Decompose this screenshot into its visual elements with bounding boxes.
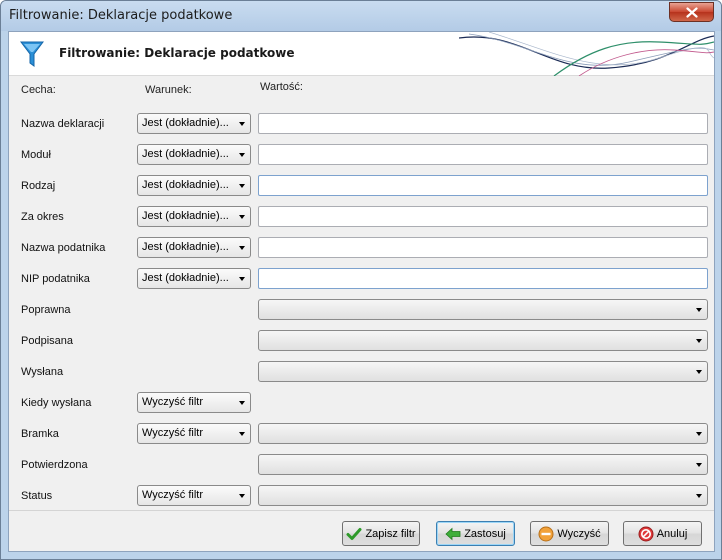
window-title: Filtrowanie: Deklaracje podatkowe: [9, 8, 233, 23]
row-label-rodzaj: Rodzaj: [21, 180, 56, 192]
filter-dialog-window: Filtrowanie: Deklaracje podatkowe Filtro…: [0, 0, 722, 560]
row-label-potwierdzona: Potwierdzona: [21, 459, 88, 471]
dialog-header: Filtrowanie: Deklaracje podatkowe: [9, 32, 714, 76]
column-header-condition: Warunek:: [145, 84, 192, 96]
row-label-kiedy-wyslana: Kiedy wysłana: [21, 397, 92, 409]
condition-select-modul[interactable]: Jest (dokładnie)...: [137, 144, 251, 165]
condition-select-value: Jest (dokładnie)...: [142, 179, 229, 191]
column-header-value: Wartość:: [260, 81, 303, 93]
condition-select-value: Jest (dokładnie)...: [142, 241, 229, 253]
condition-select-value: Jest (dokładnie)...: [142, 148, 229, 160]
footer-separator: [9, 510, 714, 511]
dropdown-arrow-icon: [239, 122, 245, 126]
dropdown-arrow-icon: [239, 432, 245, 436]
save-filter-label: Zapisz filtr: [365, 527, 416, 540]
value-input-nip-podatnika[interactable]: [258, 268, 708, 289]
condition-select-nazwa-deklaracji[interactable]: Jest (dokładnie)...: [137, 113, 251, 134]
condition-select-za-okres[interactable]: Jest (dokładnie)...: [137, 206, 251, 227]
condition-select-kiedy-wyslana[interactable]: Wyczyść filtr: [137, 392, 251, 413]
row-label-bramka: Bramka: [21, 428, 59, 440]
column-header-feature: Cecha:: [21, 84, 56, 96]
cancel-label: Anuluj: [656, 527, 688, 540]
checkmark-icon: [346, 527, 362, 540]
row-label-nazwa-deklaracji: Nazwa deklaracji: [21, 118, 105, 130]
dropdown-arrow-icon: [239, 184, 245, 188]
value-input-rodzaj[interactable]: [258, 175, 708, 196]
dropdown-arrow-icon: [239, 153, 245, 157]
cancel-button[interactable]: Anuluj: [623, 521, 702, 546]
condition-select-nip-podatnika[interactable]: Jest (dokładnie)...: [137, 268, 251, 289]
title-bar[interactable]: Filtrowanie: Deklaracje podatkowe: [1, 1, 721, 31]
save-filter-button[interactable]: Zapisz filtr: [342, 521, 420, 546]
condition-select-value: Wyczyść filtr: [142, 489, 204, 501]
condition-select-value: Jest (dokładnie)...: [142, 210, 229, 222]
row-label-poprawna: Poprawna: [21, 304, 71, 316]
condition-select-status[interactable]: Wyczyść filtr: [137, 485, 251, 506]
close-button[interactable]: [669, 2, 714, 22]
value-select-wyslana[interactable]: [258, 361, 708, 382]
dropdown-arrow-icon: [696, 339, 702, 343]
value-input-za-okres[interactable]: [258, 206, 708, 227]
close-icon: [685, 6, 698, 18]
dropdown-arrow-icon: [239, 401, 245, 405]
value-select-podpisana[interactable]: [258, 330, 708, 351]
header-decoration: [459, 32, 714, 76]
dropdown-arrow-icon: [239, 215, 245, 219]
condition-select-rodzaj[interactable]: Jest (dokładnie)...: [137, 175, 251, 196]
condition-select-bramka[interactable]: Wyczyść filtr: [137, 423, 251, 444]
row-label-nazwa-podatnika: Nazwa podatnika: [21, 242, 106, 254]
row-label-podpisana: Podpisana: [21, 335, 73, 347]
dropdown-arrow-icon: [239, 246, 245, 250]
row-label-status: Status: [21, 490, 53, 502]
dropdown-arrow-icon: [696, 370, 702, 374]
dialog-client-area: Filtrowanie: Deklaracje podatkowe Cecha:…: [8, 31, 715, 552]
value-input-modul[interactable]: [258, 144, 708, 165]
condition-select-value: Jest (dokładnie)...: [142, 272, 229, 284]
dropdown-arrow-icon: [696, 494, 702, 498]
row-label-za-okres: Za okres: [21, 211, 64, 223]
value-select-potwierdzona[interactable]: [258, 454, 708, 475]
value-select-poprawna[interactable]: [258, 299, 708, 320]
clear-label: Wyczyść: [557, 527, 601, 540]
apply-button[interactable]: Zastosuj: [436, 521, 515, 546]
value-input-nazwa-podatnika[interactable]: [258, 237, 708, 258]
apply-label: Zastosuj: [464, 527, 506, 540]
arrow-left-icon: [445, 527, 461, 540]
funnel-icon: [20, 41, 44, 67]
value-input-nazwa-deklaracji[interactable]: [258, 113, 708, 134]
condition-select-value: Wyczyść filtr: [142, 396, 204, 408]
value-select-bramka[interactable]: [258, 423, 708, 444]
cancel-circle-icon: [638, 526, 654, 541]
clear-button[interactable]: Wyczyść: [530, 521, 609, 546]
dropdown-arrow-icon: [696, 463, 702, 467]
condition-select-nazwa-podatnika[interactable]: Jest (dokładnie)...: [137, 237, 251, 258]
row-label-wyslana: Wysłana: [21, 366, 64, 378]
minus-circle-icon: [538, 526, 554, 541]
condition-select-value: Jest (dokładnie)...: [142, 117, 229, 129]
dropdown-arrow-icon: [239, 277, 245, 281]
dropdown-arrow-icon: [696, 308, 702, 312]
dropdown-arrow-icon: [696, 432, 702, 436]
dropdown-arrow-icon: [239, 494, 245, 498]
dialog-header-title: Filtrowanie: Deklaracje podatkowe: [59, 46, 295, 60]
row-label-nip-podatnika: NIP podatnika: [21, 273, 90, 285]
condition-select-value: Wyczyść filtr: [142, 427, 204, 439]
value-select-status[interactable]: [258, 485, 708, 506]
row-label-modul: Moduł: [21, 149, 51, 161]
